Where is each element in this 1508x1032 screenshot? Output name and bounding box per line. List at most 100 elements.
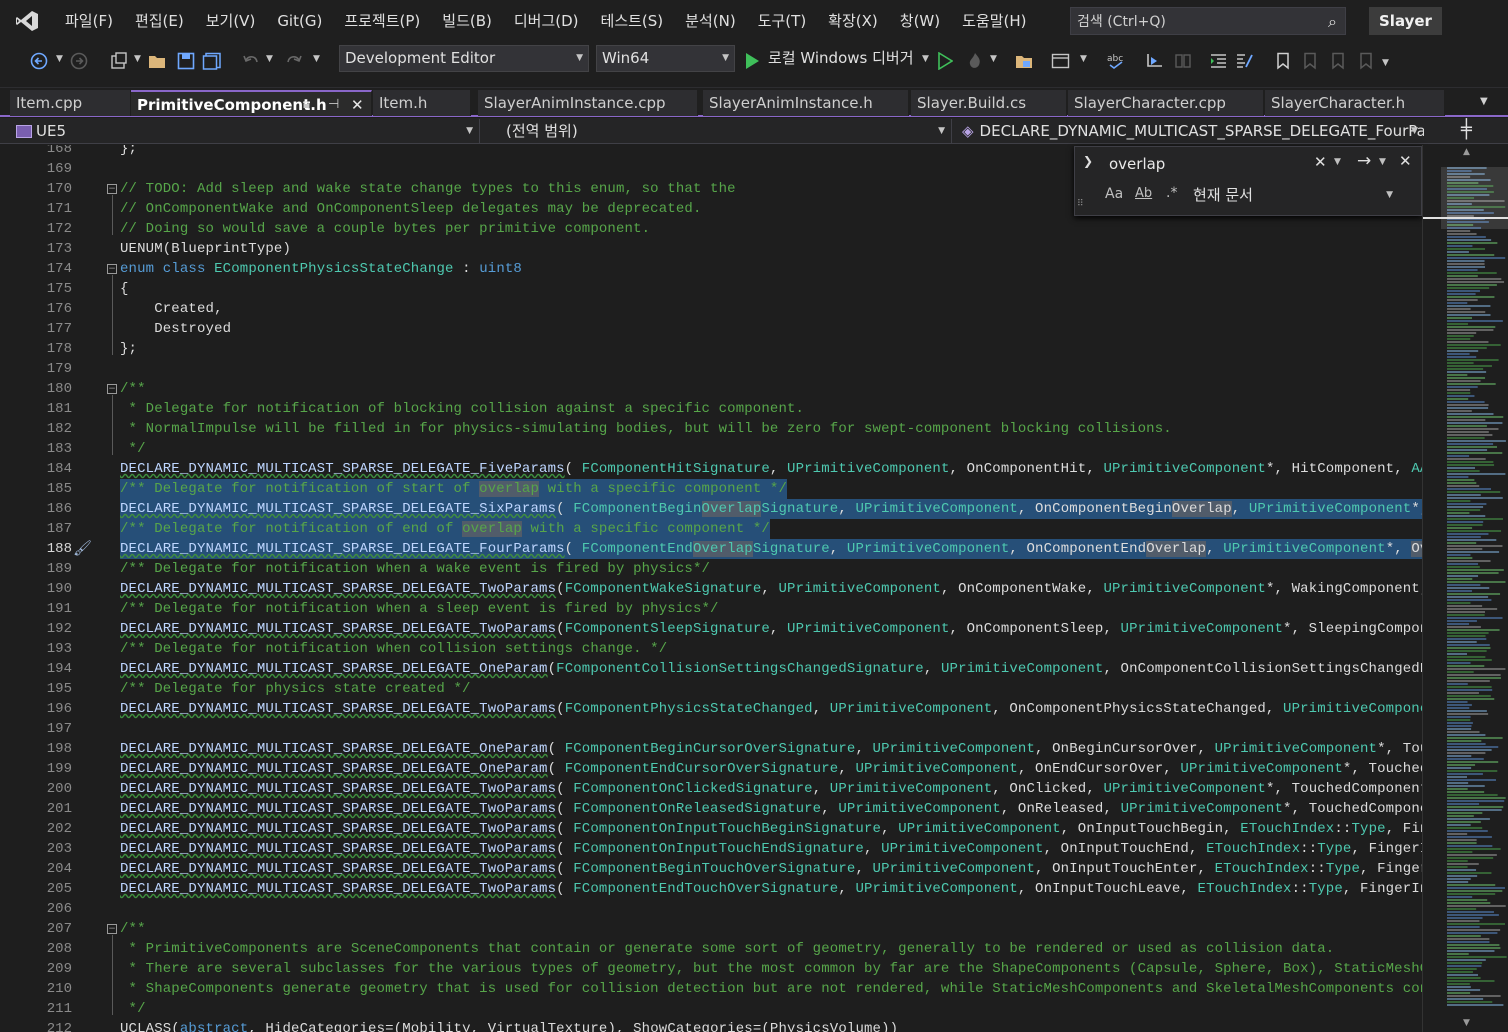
tab-overflow-icon[interactable]: ▼	[1480, 96, 1488, 107]
code-line[interactable]: 205 DECLARE_DYNAMIC_MULTICAST_SPARSE_DELE…	[0, 879, 1422, 899]
step-into-icon[interactable]	[1144, 50, 1166, 72]
search-icon[interactable]: ⌕	[1328, 12, 1337, 32]
pin-icon[interactable]: ⊣	[328, 92, 339, 116]
menu-item[interactable]: 확장(X)	[817, 0, 889, 42]
solution-name[interactable]: Slayer	[1369, 7, 1442, 35]
member-select[interactable]: ◈ DECLARE_DYNAMIC_MULTICAST_SPARSE_DELEGA…	[956, 119, 1424, 143]
code-line[interactable]: 196 DECLARE_DYNAMIC_MULTICAST_SPARSE_DELE…	[0, 699, 1422, 719]
find-scope-select[interactable]: 현재 문서 ▼	[1193, 183, 1393, 207]
debugger-dropdown-icon[interactable]: ▼	[922, 54, 929, 64]
menu-item[interactable]: 분석(N)	[674, 0, 747, 42]
code-line[interactable]: 194 DECLARE_DYNAMIC_MULTICAST_SPARSE_DELE…	[0, 659, 1422, 679]
new-project-icon[interactable]	[108, 50, 130, 72]
code-line[interactable]: 185 /** Delegate for notification of star…	[0, 479, 1422, 499]
code-line[interactable]: 180 −/**	[0, 379, 1422, 399]
match-case-icon[interactable]: Aa	[1105, 186, 1123, 202]
spell-check-icon[interactable]: abc	[1106, 50, 1128, 72]
close-find-icon[interactable]: ✕	[1399, 152, 1412, 170]
menu-item[interactable]: 디버그(D)	[503, 0, 590, 42]
indent-icon[interactable]	[1208, 50, 1230, 72]
edit-brush-icon[interactable]: 🖌︎	[73, 539, 92, 557]
code-line[interactable]: 200 DECLARE_DYNAMIC_MULTICAST_SPARSE_DELE…	[0, 779, 1422, 799]
start-without-debugging-icon[interactable]	[934, 50, 956, 72]
code-line[interactable]: 198 DECLARE_DYNAMIC_MULTICAST_SPARSE_DELE…	[0, 739, 1422, 759]
hot-reload-icon[interactable]	[964, 50, 986, 72]
code-line[interactable]: 184 DECLARE_DYNAMIC_MULTICAST_SPARSE_DELE…	[0, 459, 1422, 479]
code-line[interactable]: 206	[0, 899, 1422, 919]
code-line[interactable]: 182 * NormalImpulse will be filled in fo…	[0, 419, 1422, 439]
undo-icon[interactable]	[240, 50, 262, 72]
back-navigate-icon[interactable]	[28, 50, 50, 72]
code-line[interactable]: 177 Destroyed	[0, 319, 1422, 339]
clear-bookmarks-icon[interactable]	[1354, 50, 1376, 72]
menu-item[interactable]: 편집(E)	[124, 0, 195, 42]
tab-slayer-character-cpp[interactable]: SlayerCharacter.cpp	[1068, 90, 1264, 116]
new-dropdown-icon[interactable]: ▼	[134, 54, 141, 64]
fold-toggle-icon[interactable]: −	[107, 924, 117, 934]
regex-icon[interactable]: .*	[1166, 185, 1177, 201]
menu-item[interactable]: 파일(F)	[54, 0, 124, 42]
find-next-icon[interactable]: →	[1357, 151, 1371, 171]
layout-dropdown-icon[interactable]: ▼	[1080, 54, 1087, 64]
minimap-scrollbar[interactable]: ▲ ▼	[1422, 145, 1508, 1032]
code-line[interactable]: 179	[0, 359, 1422, 379]
find-options-icon[interactable]: ▼	[1379, 157, 1386, 167]
configuration-select[interactable]: Development Editor ▼	[339, 45, 589, 72]
tab-slayer-anim-instance-cpp[interactable]: SlayerAnimInstance.cpp	[478, 90, 698, 116]
code-editor[interactable]: 168}; 169 170−// TODO: Add sleep and wake …	[0, 145, 1422, 1032]
code-line[interactable]: 195 /** Delegate for physics state create…	[0, 679, 1422, 699]
menu-item[interactable]: 테스트(S)	[590, 0, 675, 42]
close-icon[interactable]: ✕	[351, 92, 364, 116]
tab-slayer-character-h[interactable]: SlayerCharacter.h	[1265, 90, 1445, 116]
code-line[interactable]: 186 DECLARE_DYNAMIC_MULTICAST_SPARSE_DELE…	[0, 499, 1422, 519]
start-debugging-icon[interactable]	[741, 50, 763, 72]
code-line[interactable]: 178};	[0, 339, 1422, 359]
code-line[interactable]: 202 DECLARE_DYNAMIC_MULTICAST_SPARSE_DELE…	[0, 819, 1422, 839]
bookmark-toggle-icon[interactable]	[1172, 50, 1194, 72]
code-line[interactable]: 197	[0, 719, 1422, 739]
code-line[interactable]: 210 * ShapeComponents generate geometry …	[0, 979, 1422, 999]
undo-dropdown-icon[interactable]: ▼	[266, 54, 273, 64]
scroll-down-icon[interactable]: ▼	[1463, 1018, 1470, 1028]
resize-grip-icon[interactable]: ⠿	[1077, 199, 1084, 209]
redo-icon[interactable]	[283, 50, 305, 72]
fold-toggle-icon[interactable]: −	[107, 264, 117, 274]
previous-bookmark-icon[interactable]	[1298, 50, 1320, 72]
fold-toggle-icon[interactable]: −	[107, 184, 117, 194]
comment-out-icon[interactable]	[1234, 50, 1256, 72]
code-line[interactable]: 187 /** Delegate for notification of end …	[0, 519, 1422, 539]
start-debugger-button[interactable]: 로컬 Windows 디버거	[768, 46, 914, 71]
menu-item[interactable]: 도구(T)	[747, 0, 817, 42]
code-line[interactable]: 192 DECLARE_DYNAMIC_MULTICAST_SPARSE_DELE…	[0, 619, 1422, 639]
code-line[interactable]: 176 Created,	[0, 299, 1422, 319]
forward-navigate-icon[interactable]	[68, 50, 90, 72]
menu-item[interactable]: Git(G)	[266, 0, 333, 42]
save-icon[interactable]	[175, 50, 197, 72]
menu-item[interactable]: 프로젝트(P)	[333, 0, 431, 42]
save-all-icon[interactable]	[201, 50, 223, 72]
project-select[interactable]: UE5 ▼	[10, 119, 480, 143]
code-line[interactable]: 203 DECLARE_DYNAMIC_MULTICAST_SPARSE_DELE…	[0, 839, 1422, 859]
find-input[interactable]: overlap	[1103, 151, 1421, 177]
open-folder-icon[interactable]	[147, 50, 169, 72]
menu-item[interactable]: 도움말(H)	[951, 0, 1037, 42]
code-line[interactable]: 199 DECLARE_DYNAMIC_MULTICAST_SPARSE_DELE…	[0, 759, 1422, 779]
tab-primitive-component-h[interactable]: PrimitiveComponent.h 🔒︎ ⊣ ✕	[131, 90, 372, 116]
platform-select[interactable]: Win64 ▼	[596, 45, 735, 72]
solution-explorer-icon[interactable]	[1014, 50, 1036, 72]
visual-studio-logo-icon[interactable]	[0, 0, 54, 42]
tab-item-h[interactable]: Item.h	[373, 90, 471, 116]
clear-search-icon[interactable]: ✕	[1314, 153, 1327, 171]
code-line[interactable]: 174 − enum class EComponentPhysicsStateCha…	[0, 259, 1422, 279]
back-dropdown-icon[interactable]: ▼	[56, 54, 63, 64]
tab-slayer-anim-instance-h[interactable]: SlayerAnimInstance.h	[703, 90, 909, 116]
code-line[interactable]: 208 * PrimitiveComponents are SceneCompo…	[0, 939, 1422, 959]
code-line[interactable]: 193 /** Delegate for notification when co…	[0, 639, 1422, 659]
code-line[interactable]: 190 DECLARE_DYNAMIC_MULTICAST_SPARSE_DELE…	[0, 579, 1422, 599]
hot-reload-dropdown-icon[interactable]: ▼	[990, 54, 997, 64]
split-editor-icon[interactable]: ╪	[1461, 119, 1472, 140]
menu-item[interactable]: 보기(V)	[195, 0, 267, 42]
redo-dropdown-icon[interactable]: ▼	[313, 54, 320, 64]
menu-item[interactable]: 창(W)	[889, 0, 951, 42]
code-line[interactable]: 212 UCLASS(abstract, HideCategories=(Mobi…	[0, 1019, 1422, 1032]
